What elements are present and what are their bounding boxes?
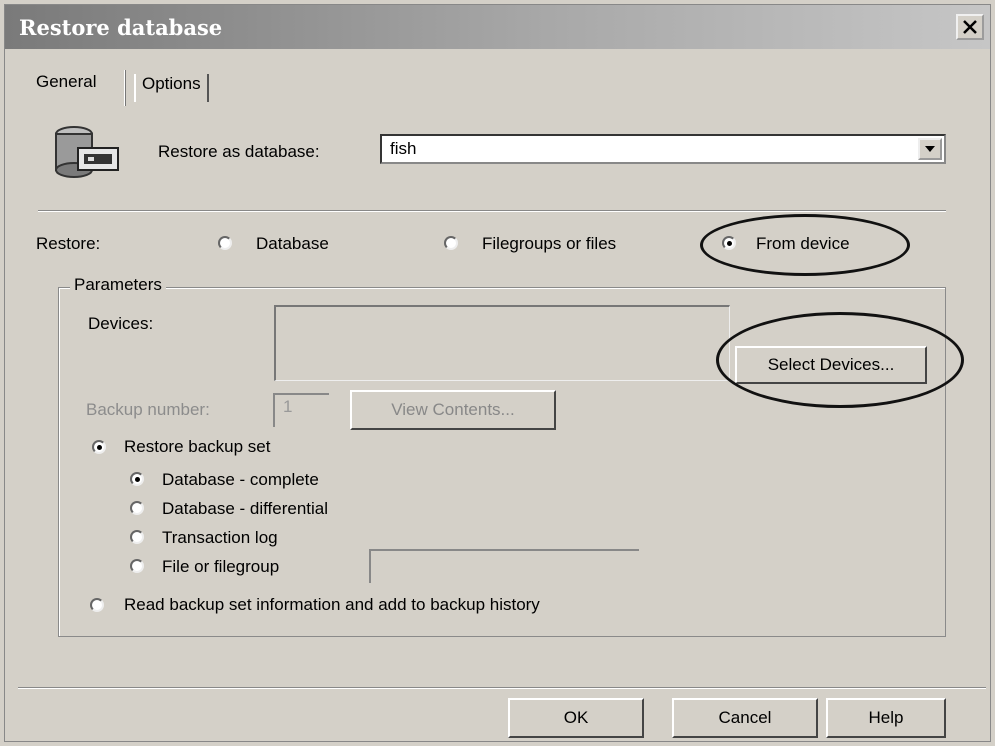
close-icon [963,20,977,34]
highlight-ellipse-select-devices [716,312,964,408]
cancel-label: Cancel [718,708,772,727]
radio-file-or-filegroup[interactable] [130,559,144,573]
help-button[interactable]: Help [826,698,946,738]
restore-as-label: Restore as database: [158,142,320,161]
file-or-filegroup-field[interactable] [369,549,639,583]
transaction-log-label: Transaction log [162,528,278,547]
tab-options[interactable]: Options [134,74,209,102]
restore-as-database-value: fish [390,139,417,158]
title-bar: Restore database [5,5,990,49]
database-icon [55,126,119,178]
help-label: Help [868,708,904,727]
database-differential-label: Database - differential [162,499,329,518]
close-button[interactable] [956,14,984,40]
restore-filegroups-label: Filegroups or files [482,234,617,253]
restore-as-database-combo[interactable]: fish [380,134,946,164]
radio-restore-backup-set[interactable] [92,440,106,454]
restore-database-label: Database [256,234,329,253]
separator-top [38,210,946,212]
window-title: Restore database [19,15,223,40]
read-backup-set-label: Read backup set information and add to b… [124,595,540,614]
separator-bottom [18,687,986,689]
devices-label: Devices: [88,314,154,333]
dropdown-arrow-button[interactable] [918,138,942,160]
radio-restore-filegroups[interactable] [444,236,458,250]
highlight-ellipse-from-device [700,214,910,276]
radio-transaction-log[interactable] [130,530,144,544]
backup-number-field[interactable]: 1 [273,393,329,427]
radio-restore-database[interactable] [218,236,232,250]
database-complete-label: Database - complete [162,470,319,489]
radio-read-backup-set[interactable] [90,598,104,612]
devices-listbox[interactable] [274,305,730,381]
tab-divider [124,70,126,106]
view-contents-label: View Contents... [391,400,515,419]
parameters-title: Parameters [70,275,166,295]
view-contents-button[interactable]: View Contents... [350,390,556,430]
ok-button[interactable]: OK [508,698,644,738]
radio-database-complete[interactable] [130,472,144,486]
radio-database-differential[interactable] [130,501,144,515]
file-or-filegroup-label: File or filegroup [162,557,280,576]
restore-backup-set-label: Restore backup set [124,437,271,456]
chevron-down-icon [925,146,935,152]
tab-general[interactable]: General [36,72,96,92]
restore-label: Restore: [36,234,101,253]
ok-label: OK [563,708,589,727]
cancel-button[interactable]: Cancel [672,698,818,738]
backup-number-label: Backup number: [86,400,210,419]
